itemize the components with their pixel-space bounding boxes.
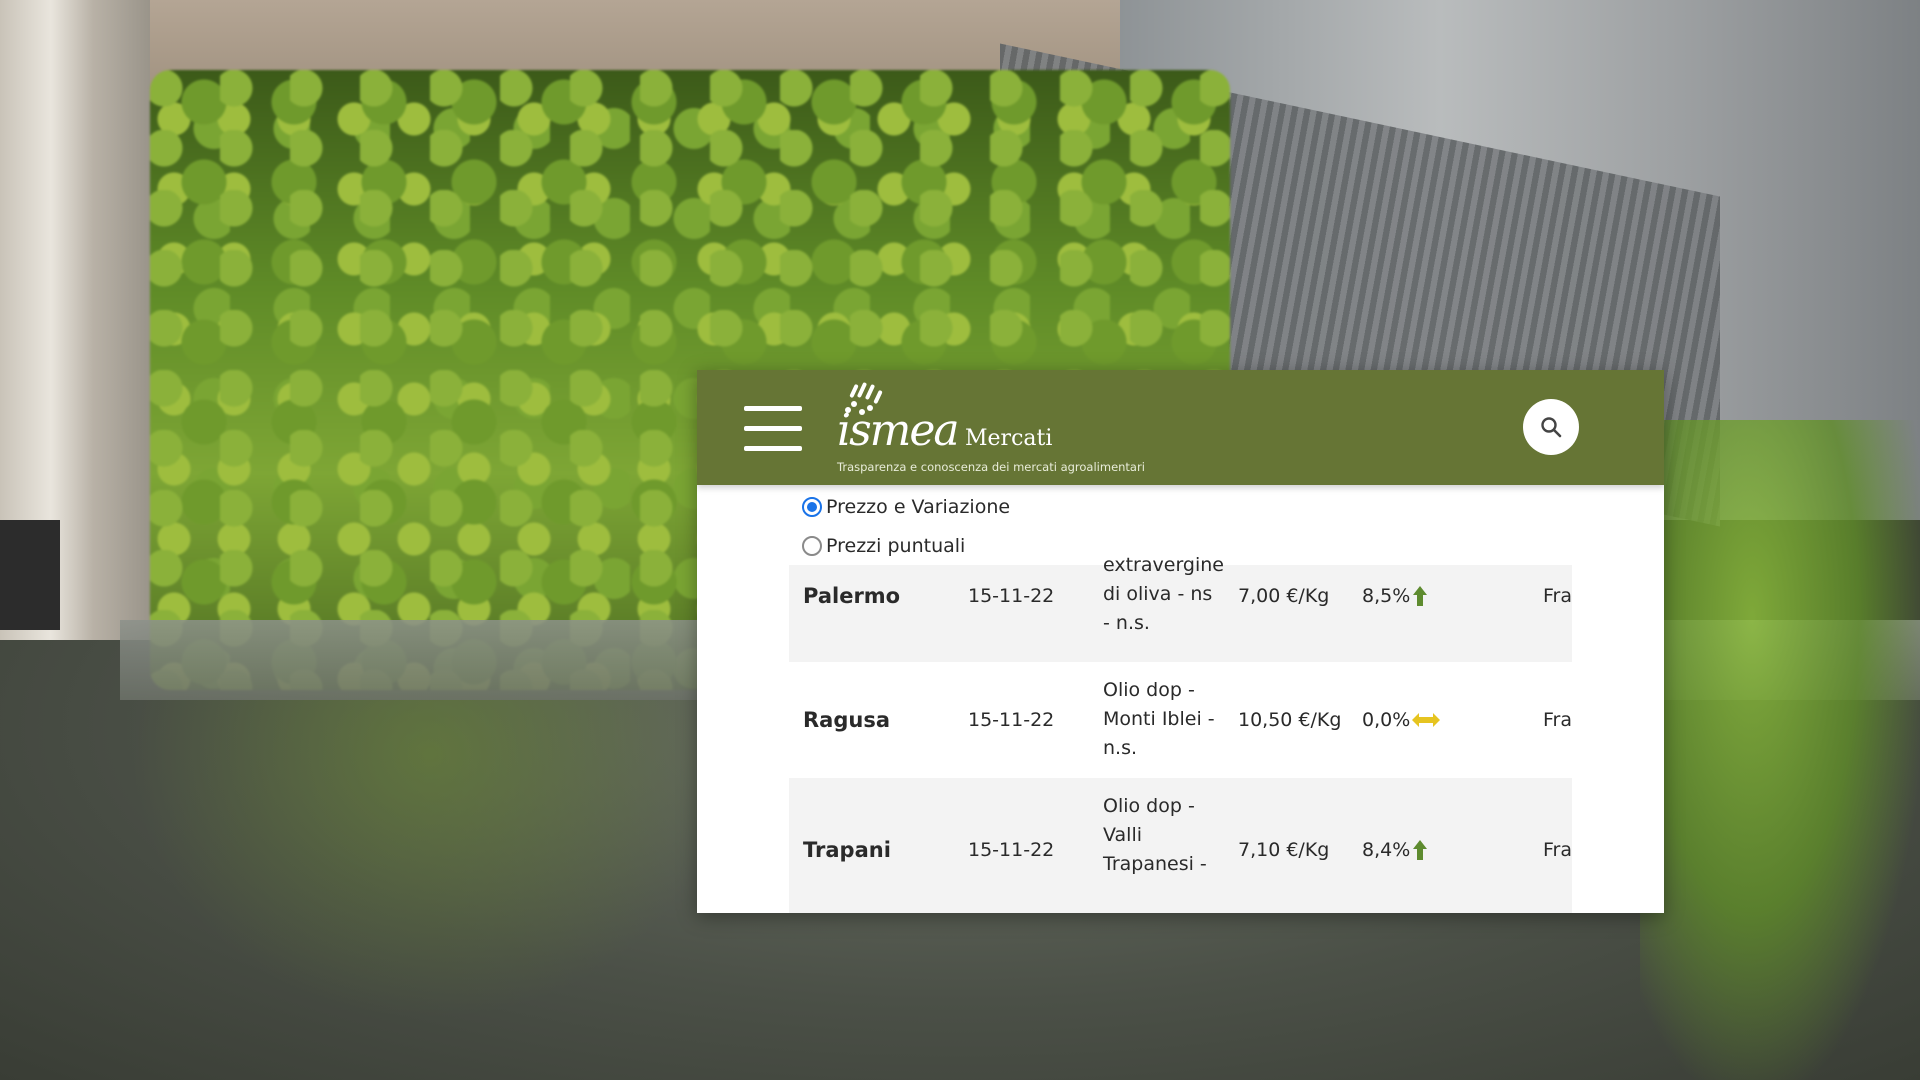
product-line: Olio dop -	[1103, 795, 1195, 817]
search-icon	[1541, 417, 1562, 438]
ismea-logo[interactable]: ismea Mercati Trasparenza e conoscenza d…	[837, 378, 1145, 478]
cell-region: Fra	[1543, 585, 1573, 607]
cell-date: 15-11-22	[968, 709, 1055, 731]
product-line: - n.s.	[1103, 612, 1150, 634]
trend-stable-arrow-icon	[1412, 713, 1441, 727]
view-mode-radio-group: Prezzo e Variazione Prezzi puntuali	[802, 493, 1202, 573]
product-line: Olio dop -	[1103, 679, 1195, 701]
variation-value: 8,5%	[1362, 584, 1411, 607]
logo-word: ismea	[837, 405, 960, 456]
cell-price: 7,10 €/Kg	[1238, 839, 1330, 861]
cell-city: Palermo	[803, 584, 901, 608]
logo-subtitle: Mercati	[965, 426, 1053, 451]
cell-product: Olio dop - Monti Iblei - n.s.	[1103, 676, 1215, 763]
product-line: di oliva - ns	[1103, 583, 1213, 605]
logo-tagline: Trasparenza e conoscenza dei mercati agr…	[837, 460, 1145, 474]
radio-label: Prezzo e Variazione	[826, 496, 1011, 518]
cell-price: 7,00 €/Kg	[1238, 585, 1330, 607]
variation-value: 0,0%	[1362, 708, 1411, 731]
cell-date: 15-11-22	[968, 839, 1055, 861]
cell-region: Fra	[1543, 709, 1573, 731]
radio-unchecked-icon[interactable]	[802, 536, 822, 556]
cell-variation: 8,5%	[1362, 565, 1428, 627]
page-content: Palermo 15-11-22 extravergine di oliva -…	[697, 485, 1664, 913]
hamburger-menu-icon[interactable]	[744, 404, 802, 454]
variation-value: 8,4%	[1362, 838, 1411, 861]
cell-product: Olio dop - Valli Trapanesi -	[1103, 792, 1215, 879]
product-line: Trapanesi -	[1103, 853, 1207, 875]
cell-date: 15-11-22	[968, 585, 1055, 607]
trend-up-arrow-icon	[1413, 840, 1428, 860]
table-row[interactable]: Trapani 15-11-22 Olio dop - Valli Trapan…	[789, 778, 1572, 913]
cell-city: Ragusa	[803, 708, 890, 732]
site-header: ismea Mercati Trasparenza e conoscenza d…	[697, 370, 1664, 485]
bg-wall-post	[0, 520, 60, 630]
bg-falling-olives	[1640, 420, 1920, 1080]
cell-price: 10,50 €/Kg	[1238, 709, 1342, 731]
product-line: Monti Iblei -	[1103, 708, 1215, 730]
radio-label: Prezzi puntuali	[826, 535, 966, 557]
search-button[interactable]	[1523, 399, 1579, 455]
radio-prezzo-variazione[interactable]: Prezzo e Variazione	[802, 493, 1010, 521]
product-line: n.s.	[1103, 737, 1138, 759]
cell-region: Fra	[1543, 839, 1573, 861]
browser-window: ismea Mercati Trasparenza e conoscenza d…	[697, 370, 1664, 913]
trend-up-arrow-icon	[1413, 586, 1428, 606]
table-row[interactable]: Palermo 15-11-22 extravergine di oliva -…	[789, 554, 1573, 662]
radio-prezzi-puntuali[interactable]: Prezzi puntuali	[802, 532, 965, 560]
radio-checked-icon[interactable]	[802, 497, 822, 517]
table-row[interactable]: Ragusa 15-11-22 Olio dop - Monti Iblei -…	[789, 662, 1572, 778]
cell-variation: 0,0%	[1362, 662, 1441, 778]
cell-city: Trapani	[803, 838, 891, 862]
product-line: Valli	[1103, 824, 1143, 846]
cell-variation: 8,4%	[1362, 819, 1428, 881]
